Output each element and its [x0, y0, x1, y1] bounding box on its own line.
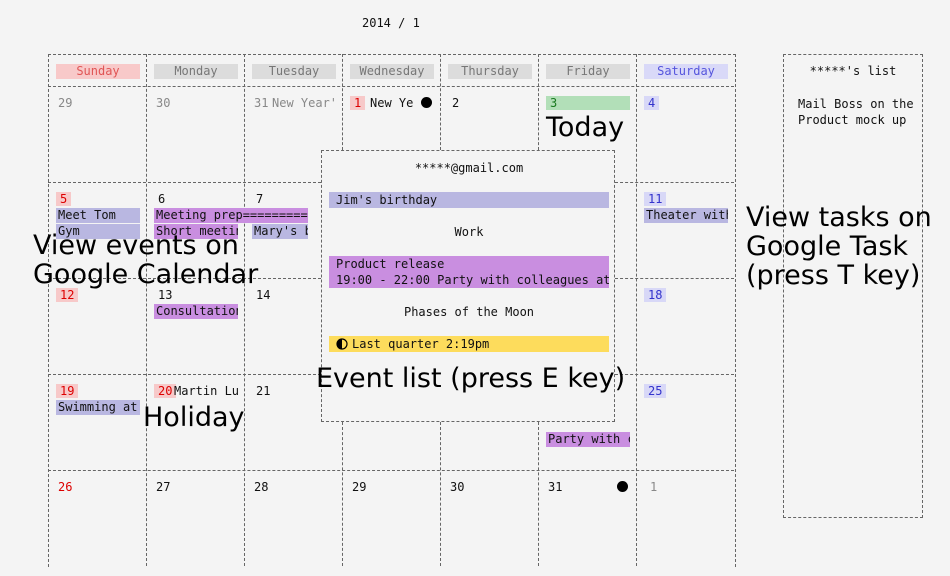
moon-phase-label: Last quarter 2:19pm	[352, 337, 490, 351]
event-list-section-title: Work	[454, 225, 484, 239]
grid-divider	[342, 422, 343, 566]
day-number[interactable]: 13	[154, 288, 176, 302]
day-number[interactable]: 2	[448, 96, 463, 110]
calendar-event[interactable]: Meet Tom	[56, 208, 140, 223]
grid-divider	[615, 374, 734, 375]
weekday-header-thursday: Thursday	[448, 64, 532, 79]
event-list-item[interactable]: Jim's birthday	[329, 192, 609, 208]
day-number[interactable]: 30	[152, 96, 174, 110]
day-number[interactable]: 26	[54, 480, 76, 494]
annotation-today: Today	[546, 112, 625, 143]
moon-phase-dot-icon	[617, 481, 628, 492]
grid-divider	[636, 54, 637, 566]
weekday-header-sunday: Sunday	[56, 64, 140, 79]
day-number[interactable]: 27	[152, 480, 174, 494]
day-number[interactable]: 5	[56, 192, 72, 206]
month-title: 2014 / 1	[362, 16, 420, 30]
calendar-event[interactable]: Consultation	[154, 304, 238, 319]
calendar-event[interactable]: Theater with	[644, 208, 728, 223]
grid-divider	[48, 182, 321, 183]
day-number[interactable]: 19	[56, 384, 79, 398]
calendar-event[interactable]: Meeting prep============	[154, 208, 308, 223]
task-item[interactable]: Mail Boss on the	[798, 97, 914, 111]
grid-divider	[538, 422, 539, 566]
day-number[interactable]: 29	[54, 96, 76, 110]
grid-divider	[146, 54, 147, 566]
annotation-view-events: Google Calendar	[33, 259, 259, 290]
event-list-item[interactable]: Last quarter 2:19pm	[329, 336, 609, 352]
grid-divider	[440, 54, 441, 150]
annotation-view-tasks: View tasks on	[746, 202, 932, 233]
holiday-label[interactable]: Martin Lu	[174, 384, 239, 398]
today-day-number[interactable]: 3	[546, 96, 630, 110]
grid-divider	[342, 54, 343, 150]
day-number[interactable]: 12	[56, 288, 79, 302]
day-number[interactable]: 31	[544, 480, 566, 494]
grid-divider	[48, 470, 734, 471]
grid-divider	[48, 374, 321, 375]
weekday-header-monday: Monday	[154, 64, 238, 79]
day-number[interactable]: 28	[250, 480, 272, 494]
day-number[interactable]: 21	[252, 384, 274, 398]
event-list-item[interactable]: Product release	[329, 256, 609, 272]
day-number[interactable]: 30	[446, 480, 468, 494]
day-number[interactable]: 1	[350, 96, 366, 110]
weekday-header-tuesday: Tuesday	[252, 64, 336, 79]
calendar-event[interactable]: Party with c	[546, 432, 630, 447]
annotation-view-tasks: (press T key)	[746, 260, 921, 291]
day-number[interactable]: 7	[252, 192, 267, 206]
moon-phase-dot-icon	[421, 97, 432, 108]
day-number[interactable]: 29	[348, 480, 370, 494]
day-number[interactable]: 11	[644, 192, 667, 206]
grid-divider	[244, 54, 245, 566]
task-list-title: *****'s list	[809, 64, 897, 78]
task-item[interactable]: Product mock up	[798, 113, 906, 127]
grid-divider	[615, 182, 734, 183]
calendar-event[interactable]: Swimming at	[56, 400, 140, 415]
day-number[interactable]: 18	[644, 288, 667, 302]
day-number[interactable]: 14	[252, 288, 274, 302]
day-number[interactable]: 4	[644, 96, 660, 110]
calendar-event[interactable]: Mary's b	[252, 224, 308, 239]
annotation-view-events: View events on	[33, 230, 239, 261]
day-number[interactable]: 1	[646, 480, 661, 494]
event-list-item[interactable]: 19:00 - 22:00 Party with colleagues at	[329, 272, 609, 288]
half-moon-icon	[336, 338, 348, 350]
event-list-account: *****@gmail.com	[414, 161, 524, 175]
holiday-label[interactable]: New Ye	[370, 96, 413, 110]
grid-divider	[538, 54, 539, 150]
day-number[interactable]: 31	[250, 96, 272, 110]
weekday-header-friday: Friday	[546, 64, 630, 79]
weekday-header-wednesday: Wednesday	[350, 64, 434, 79]
grid-divider	[48, 86, 734, 87]
grid-divider	[615, 278, 734, 279]
annotation-holiday: Holiday	[143, 402, 245, 433]
weekday-header-saturday: Saturday	[644, 64, 728, 79]
holiday-label[interactable]: New Year'	[272, 96, 336, 110]
annotation-view-tasks: Google Task	[746, 231, 909, 262]
day-number[interactable]: 6	[154, 192, 169, 206]
grid-divider	[440, 422, 441, 566]
annotation-event-list: Event list (press E key)	[316, 363, 626, 394]
event-list-section-title: Phases of the Moon	[403, 305, 535, 319]
day-number[interactable]: 25	[644, 384, 667, 398]
